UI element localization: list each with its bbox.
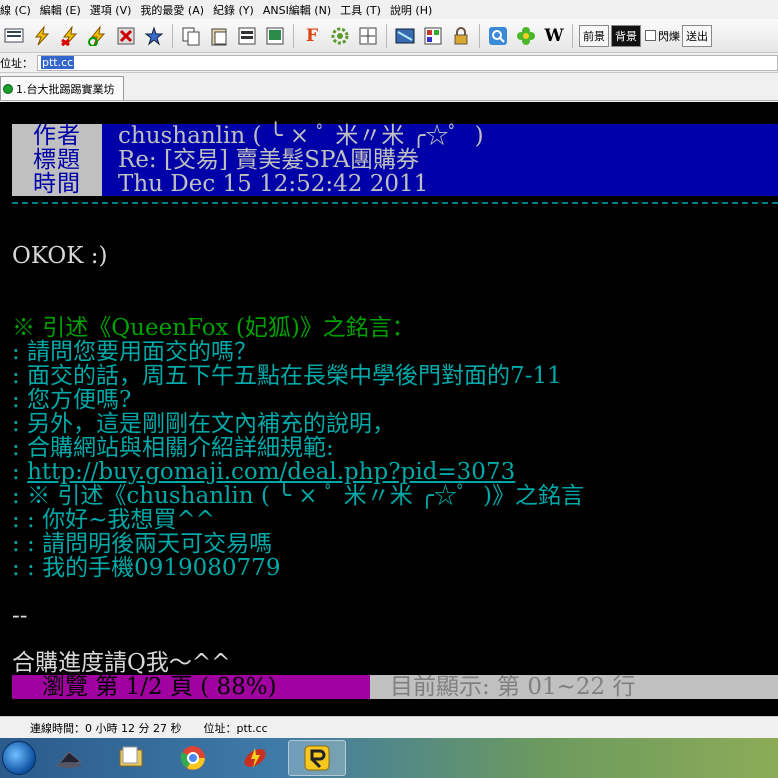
web-search-icon[interactable]: [485, 23, 511, 49]
taskbar-flashget[interactable]: [226, 740, 284, 776]
wikipedia-icon[interactable]: W: [541, 23, 567, 49]
quote-line: : 合購網站與相關介紹詳細規範:: [12, 435, 334, 461]
close-tab-icon[interactable]: [113, 23, 139, 49]
quote-line: : 面交的話，周五下午五點在長榮中學後門對面的7-11: [12, 363, 562, 389]
author-label: 作者: [12, 124, 102, 148]
fullscreen-icon[interactable]: [355, 23, 381, 49]
send-button[interactable]: 送出: [682, 24, 712, 47]
toolbar-separator: [479, 23, 480, 48]
settings-icon[interactable]: [327, 23, 353, 49]
nested-quote-line: : : 我的手機0919080779: [12, 555, 281, 581]
media-player-icon: [55, 751, 83, 768]
header-separator: [12, 202, 778, 204]
windows-taskbar: [0, 738, 778, 778]
tab-bar: 1.台大批踢踢實業坊: [0, 74, 778, 101]
pcman-icon: [304, 745, 330, 771]
author-value: chushanlin ( ╰ × ﾟ 米〃米 ╭☆ﾟ ): [118, 123, 484, 149]
chrome-icon: [180, 746, 205, 770]
connection-address: 位址：ptt.cc: [203, 721, 268, 735]
toolbar-separator: [172, 23, 173, 48]
pager-status-bar: 瀏覽 第 1/2 頁 ( 88%) 目前顯示: 第 01~22 行: [12, 675, 778, 699]
nested-quote-header: : ※ 引述《chushanlin ( ╰ × ﾟ 米〃米 ╭☆ﾟ )》之銘言: [12, 483, 584, 509]
quick-connect-icon[interactable]: [29, 23, 55, 49]
quote-header: ※ 引述《QueenFox (妃狐)》之銘言：: [12, 315, 415, 341]
menu-favorites[interactable]: 我的最愛 (A): [140, 2, 213, 18]
copy-icon[interactable]: [178, 23, 204, 49]
checkbox-box[interactable]: [645, 30, 656, 41]
tab-ptt[interactable]: 1.台大批踢踢實業坊: [0, 76, 124, 100]
background-color-button[interactable]: 背景: [611, 24, 641, 47]
menu-edit[interactable]: 編輯 (E): [40, 2, 90, 18]
taskbar-media-player[interactable]: [40, 740, 98, 776]
quote-prefix: :: [12, 459, 28, 485]
address-label: 位址：: [0, 56, 33, 70]
menu-help[interactable]: 說明 (H): [390, 2, 441, 18]
start-button[interactable]: [2, 741, 36, 775]
foreground-color-button[interactable]: 前景: [579, 24, 609, 47]
disconnect-icon[interactable]: [57, 23, 83, 49]
ansi-editor-icon[interactable]: [420, 23, 446, 49]
article-time-row: 時間 Thu Dec 15 12:52:42 2011: [12, 172, 778, 196]
terminal-screen[interactable]: 作者 chushanlin ( ╰ × ﾟ 米〃米 ╭☆ﾟ ) 標題 Re: […: [0, 102, 778, 716]
font-icon[interactable]: F: [299, 23, 325, 49]
quote-url-link[interactable]: http://buy.gomaji.com/deal.php?pid=3073: [27, 459, 515, 485]
toolbar-separator: [572, 23, 573, 48]
taskbar-chrome[interactable]: [164, 740, 222, 776]
nested-quote-line: : : 請問明後兩天可交易嗎: [12, 531, 273, 557]
menu-tools[interactable]: 工具 (T): [340, 2, 390, 18]
quote-line: : 另外，這是剛剛在文內補充的說明，: [12, 411, 396, 437]
reconnect-icon[interactable]: [85, 23, 111, 49]
nested-quote-line: : : 你好~我想買^^: [12, 507, 215, 533]
address-bar: 位址： ptt.cc: [0, 53, 778, 73]
menu-ansi-edit[interactable]: ANSI編輯 (N): [263, 2, 340, 18]
lock-icon[interactable]: [448, 23, 474, 49]
time-label: 時間: [12, 172, 102, 196]
address-input[interactable]: ptt.cc: [37, 54, 778, 71]
blink-label: 閃爍: [658, 29, 680, 43]
line-indicator: 目前顯示: 第 01~22 行: [370, 675, 778, 699]
quote-line: : 您方便嗎?: [12, 387, 132, 413]
quote-url-line: : http://buy.gomaji.com/deal.php?pid=307…: [12, 460, 515, 484]
article-author-row: 作者 chushanlin ( ╰ × ﾟ 米〃米 ╭☆ﾟ ): [12, 124, 778, 148]
connection-time: 連線時間：0 小時 12 分 27 秒: [30, 721, 182, 735]
menu-history[interactable]: 紀錄 (Y): [213, 2, 263, 18]
screenshot-icon[interactable]: [392, 23, 418, 49]
title-label: 標題: [12, 148, 102, 172]
time-value: Thu Dec 15 12:52:42 2011: [118, 171, 429, 197]
paste-icon[interactable]: [206, 23, 232, 49]
flashget-icon: [244, 748, 266, 768]
article-title-row: 標題 Re: [交易] 賣美髮SPA團購券: [12, 148, 778, 172]
paste-ansi-icon[interactable]: [262, 23, 288, 49]
article-body: OKOK :): [12, 243, 108, 269]
menu-options[interactable]: 選項 (V): [90, 2, 141, 18]
menu-bar: 線 (C) 編輯 (E) 選項 (V) 我的最愛 (A) 紀錄 (Y) ANSI…: [0, 0, 778, 19]
copy-ansi-icon[interactable]: [234, 23, 260, 49]
title-value: Re: [交易] 賣美髮SPA團購券: [118, 147, 419, 173]
toolbar: F W 前景 背景 閃爍 送出: [0, 19, 778, 53]
blink-checkbox[interactable]: 閃爍: [645, 28, 680, 44]
taskbar-explorer[interactable]: [102, 740, 160, 776]
tab-label: 1.台大批踢踢實業坊: [16, 82, 115, 96]
toolbar-separator: [293, 23, 294, 48]
quote-line: : 請問您要用面交的嗎？: [12, 339, 258, 365]
new-connection-icon[interactable]: [1, 23, 27, 49]
address-value: ptt.cc: [41, 56, 75, 69]
menu-connection[interactable]: 線 (C): [0, 2, 40, 18]
connection-status-bar: 連線時間：0 小時 12 分 27 秒 位址：ptt.cc: [0, 716, 778, 738]
signature-separator: --: [12, 603, 28, 629]
flower-icon[interactable]: [513, 23, 539, 49]
explorer-icon: [119, 746, 143, 767]
toolbar-separator: [386, 23, 387, 48]
connected-status-icon: [3, 83, 13, 94]
signature-text: 合購進度請Q我～^^: [12, 650, 231, 676]
taskbar-pcman[interactable]: [288, 740, 346, 776]
page-indicator: 瀏覽 第 1/2 頁 ( 88%): [12, 675, 370, 699]
add-favorite-icon[interactable]: [141, 23, 167, 49]
